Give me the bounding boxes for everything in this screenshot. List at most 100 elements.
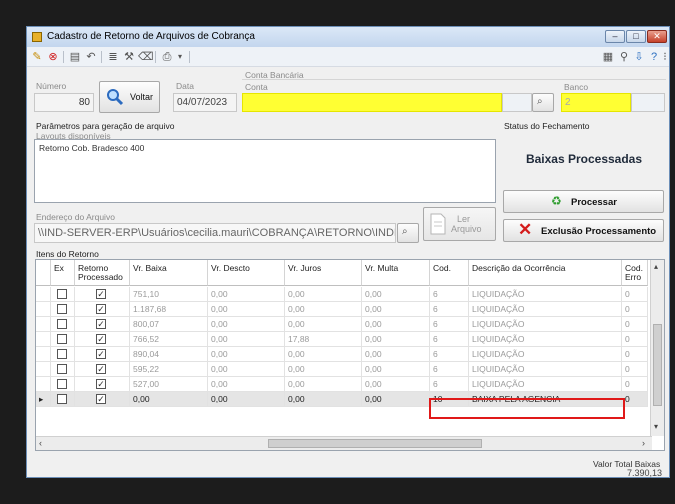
cell-cod-erro[interactable]: 0: [622, 302, 648, 317]
cell-descricao[interactable]: LIQUIDAÇÃO: [469, 287, 622, 302]
layouts-list[interactable]: Retorno Cob. Bradesco 400: [34, 139, 496, 203]
row-header[interactable]: [36, 317, 51, 332]
cell-vr-multa[interactable]: 0,00: [362, 362, 430, 377]
ex-checkbox[interactable]: [57, 304, 67, 314]
cell-vr-descto[interactable]: 0,00: [208, 377, 285, 392]
cell-vr-multa[interactable]: 0,00: [362, 317, 430, 332]
retorno-processado-checkbox[interactable]: ✓: [96, 334, 106, 344]
numero-field[interactable]: 80: [34, 93, 94, 112]
cell-vr-multa[interactable]: 0,00: [362, 302, 430, 317]
cell-vr-baixa[interactable]: 890,04: [130, 347, 208, 362]
row-header[interactable]: [36, 287, 51, 302]
cell-cod[interactable]: 6: [430, 302, 469, 317]
cell-cod-erro[interactable]: 0: [622, 362, 648, 377]
cell-descricao[interactable]: LIQUIDAÇÃO: [469, 332, 622, 347]
cell-cod-erro[interactable]: 0: [622, 392, 648, 407]
cell-descricao[interactable]: LIQUIDAÇÃO: [469, 347, 622, 362]
retorno-processado-checkbox[interactable]: ✓: [96, 364, 106, 374]
cell-vr-baixa[interactable]: 595,22: [130, 362, 208, 377]
cell-descricao[interactable]: LIQUIDAÇÃO: [469, 377, 622, 392]
endereco-browse-button[interactable]: ⌕: [397, 223, 419, 243]
calculator-icon[interactable]: ▦: [601, 50, 615, 64]
conta-search-button[interactable]: ⌕: [532, 93, 554, 112]
voltar-button[interactable]: Voltar: [99, 81, 160, 113]
row-header[interactable]: [36, 377, 51, 392]
cell-vr-descto[interactable]: 0,00: [208, 392, 285, 407]
processar-button[interactable]: ♻ Processar: [503, 190, 664, 213]
chevron-down-icon[interactable]: ▾: [654, 422, 658, 431]
help-icon[interactable]: ?: [647, 50, 661, 64]
column-header[interactable]: Vr. Descto: [208, 260, 285, 286]
minimize-button[interactable]: –: [605, 30, 625, 43]
horizontal-scroll-thumb[interactable]: [268, 439, 482, 448]
cell-descricao[interactable]: LIQUIDAÇÃO: [469, 302, 622, 317]
vertical-scroll-thumb[interactable]: [653, 324, 662, 406]
retorno-processado-checkbox[interactable]: ✓: [96, 289, 106, 299]
ex-checkbox[interactable]: [57, 289, 67, 299]
column-header[interactable]: Cod. Erro: [622, 260, 648, 286]
cell-vr-baixa[interactable]: 766,52: [130, 332, 208, 347]
cell-vr-juros[interactable]: 0,00: [285, 362, 362, 377]
cell-cod-erro[interactable]: 0: [622, 287, 648, 302]
cancel-icon[interactable]: ⊗: [46, 50, 60, 64]
cell-cod[interactable]: 6: [430, 377, 469, 392]
cell-vr-juros[interactable]: 0,00: [285, 287, 362, 302]
ex-checkbox[interactable]: [57, 394, 67, 404]
ex-checkbox[interactable]: [57, 379, 67, 389]
save-icon[interactable]: ▤: [68, 50, 82, 64]
more-icon[interactable]: ⁝: [661, 50, 669, 64]
edit-icon[interactable]: ✎: [30, 50, 44, 64]
cell-vr-multa[interactable]: 0,00: [362, 287, 430, 302]
retorno-processado-checkbox[interactable]: ✓: [96, 319, 106, 329]
cell-vr-baixa[interactable]: 1.187,68: [130, 302, 208, 317]
conta-field[interactable]: [242, 93, 502, 112]
print-icon[interactable]: ⎙: [160, 50, 174, 64]
cell-vr-baixa[interactable]: 527,00: [130, 377, 208, 392]
export-icon[interactable]: ⇩: [632, 50, 646, 64]
cell-vr-baixa[interactable]: 751,10: [130, 287, 208, 302]
cell-vr-juros[interactable]: 0,00: [285, 317, 362, 332]
column-header[interactable]: Vr. Juros: [285, 260, 362, 286]
cell-cod[interactable]: 6: [430, 362, 469, 377]
cell-vr-descto[interactable]: 0,00: [208, 302, 285, 317]
table-row[interactable]: ✓ 800,07 0,00 0,00 0,00 6 LIQUIDAÇÃO 0: [36, 317, 648, 332]
row-header[interactable]: [36, 332, 51, 347]
cell-cod-erro[interactable]: 0: [622, 347, 648, 362]
row-header[interactable]: ▸: [36, 392, 51, 407]
cell-cod[interactable]: 6: [430, 317, 469, 332]
column-header[interactable]: Descrição da Ocorrência: [469, 260, 622, 286]
cell-vr-multa[interactable]: 0,00: [362, 377, 430, 392]
cell-vr-descto[interactable]: 0,00: [208, 317, 285, 332]
clear-icon[interactable]: ⌫: [138, 50, 154, 64]
endereco-field[interactable]: \\IND-SERVER-ERP\Usuários\cecilia.mauri\…: [34, 223, 396, 243]
table-row[interactable]: ✓ 527,00 0,00 0,00 0,00 6 LIQUIDAÇÃO 0: [36, 377, 648, 392]
chevron-up-icon[interactable]: ▴: [654, 262, 658, 271]
cell-cod[interactable]: 6: [430, 287, 469, 302]
row-header[interactable]: [36, 302, 51, 317]
row-header[interactable]: [36, 347, 51, 362]
tools-icon[interactable]: ⚒: [122, 50, 136, 64]
ex-checkbox[interactable]: [57, 349, 67, 359]
column-header[interactable]: Vr. Multa: [362, 260, 430, 286]
cell-vr-juros[interactable]: 0,00: [285, 377, 362, 392]
column-header[interactable]: Ex: [51, 260, 75, 286]
layout-item[interactable]: Retorno Cob. Bradesco 400: [39, 143, 491, 153]
banco-field[interactable]: 2: [561, 93, 631, 112]
row-header[interactable]: [36, 362, 51, 377]
retorno-processado-checkbox[interactable]: ✓: [96, 304, 106, 314]
table-row[interactable]: ✓ 766,52 0,00 17,88 0,00 6 LIQUIDAÇÃO 0: [36, 332, 648, 347]
chevron-right-icon[interactable]: ›: [642, 438, 645, 448]
cell-descricao[interactable]: LIQUIDAÇÃO: [469, 317, 622, 332]
horizontal-scrollbar[interactable]: ‹ ›: [36, 436, 652, 450]
cell-cod-erro[interactable]: 0: [622, 332, 648, 347]
table-row[interactable]: ✓ 595,22 0,00 0,00 0,00 6 LIQUIDAÇÃO 0: [36, 362, 648, 377]
undo-icon[interactable]: ↶: [84, 50, 98, 64]
cell-vr-baixa[interactable]: 800,07: [130, 317, 208, 332]
cell-cod-erro[interactable]: 0: [622, 317, 648, 332]
cell-cod-erro[interactable]: 0: [622, 377, 648, 392]
ler-arquivo-button[interactable]: Ler Arquivo: [423, 207, 496, 241]
retorno-processado-checkbox[interactable]: ✓: [96, 394, 106, 404]
cell-vr-multa[interactable]: 0,00: [362, 392, 430, 407]
cell-vr-baixa[interactable]: 0,00: [130, 392, 208, 407]
cell-vr-juros[interactable]: 0,00: [285, 347, 362, 362]
